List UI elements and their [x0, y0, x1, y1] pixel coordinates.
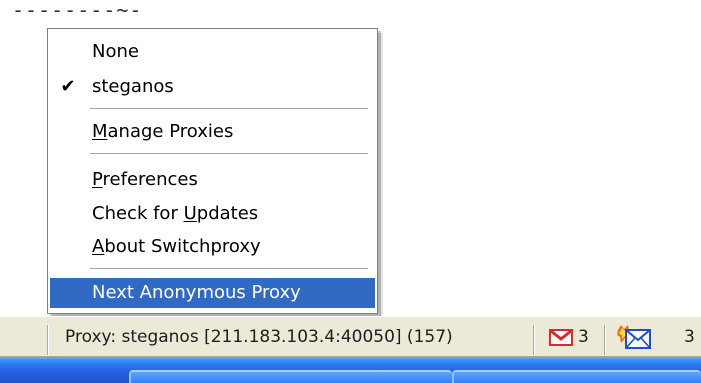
proxy-status-text[interactable]: Proxy: steganos [211.183.103.4:40050] (1…: [65, 317, 453, 358]
windows-taskbar: [0, 357, 701, 383]
menu-item-about-switchproxy[interactable]: About Switchproxy: [50, 232, 375, 262]
screen-root: --------~- None ✔ steganos Manage Proxie…: [0, 0, 701, 383]
menu-item-label: steganos: [92, 76, 174, 97]
mnemonic-letter: M: [92, 121, 108, 142]
switchproxy-context-menu: None ✔ steganos Manage Proxies Preferenc…: [47, 28, 378, 314]
menu-item-label: Check for Updates: [92, 203, 259, 224]
menu-separator: [90, 268, 368, 270]
menu-item-manage-proxies[interactable]: Manage Proxies: [50, 117, 375, 147]
menu-item-label: About Switchproxy: [92, 236, 261, 257]
menu-item-none[interactable]: None: [50, 37, 375, 67]
mail-unread-count[interactable]: 3: [684, 317, 695, 358]
menu-item-next-anonymous-proxy[interactable]: Next Anonymous Proxy: [50, 278, 375, 308]
menu-item-label: Manage Proxies: [92, 121, 234, 142]
mnemonic-letter: A: [92, 236, 105, 257]
browser-statusbar: Proxy: steganos [211.183.103.4:40050] (1…: [0, 316, 701, 357]
status-divider: [533, 325, 535, 355]
taskbar-button[interactable]: [129, 370, 452, 383]
menu-separator: [90, 108, 368, 110]
gmail-icon[interactable]: [549, 328, 573, 346]
menu-item-label: None: [92, 41, 139, 62]
menu-item-label: Next Anonymous Proxy: [92, 282, 301, 303]
truncated-top-text: --------~-: [12, 0, 143, 22]
gmail-unread-count[interactable]: 3: [578, 317, 589, 358]
menu-item-steganos[interactable]: ✔ steganos: [50, 72, 375, 102]
status-divider: [604, 325, 606, 355]
new-mail-icon[interactable]: [617, 324, 651, 350]
menu-item-check-for-updates[interactable]: Check for Updates: [50, 199, 375, 229]
menu-item-preferences[interactable]: Preferences: [50, 165, 375, 195]
checkmark-icon: ✔: [60, 76, 76, 97]
menu-separator: [90, 153, 368, 155]
taskbar-button[interactable]: [452, 370, 701, 383]
mnemonic-letter: P: [92, 169, 103, 190]
menu-item-label: Preferences: [92, 169, 198, 190]
mnemonic-letter: U: [183, 203, 197, 224]
status-divider: [47, 325, 49, 355]
